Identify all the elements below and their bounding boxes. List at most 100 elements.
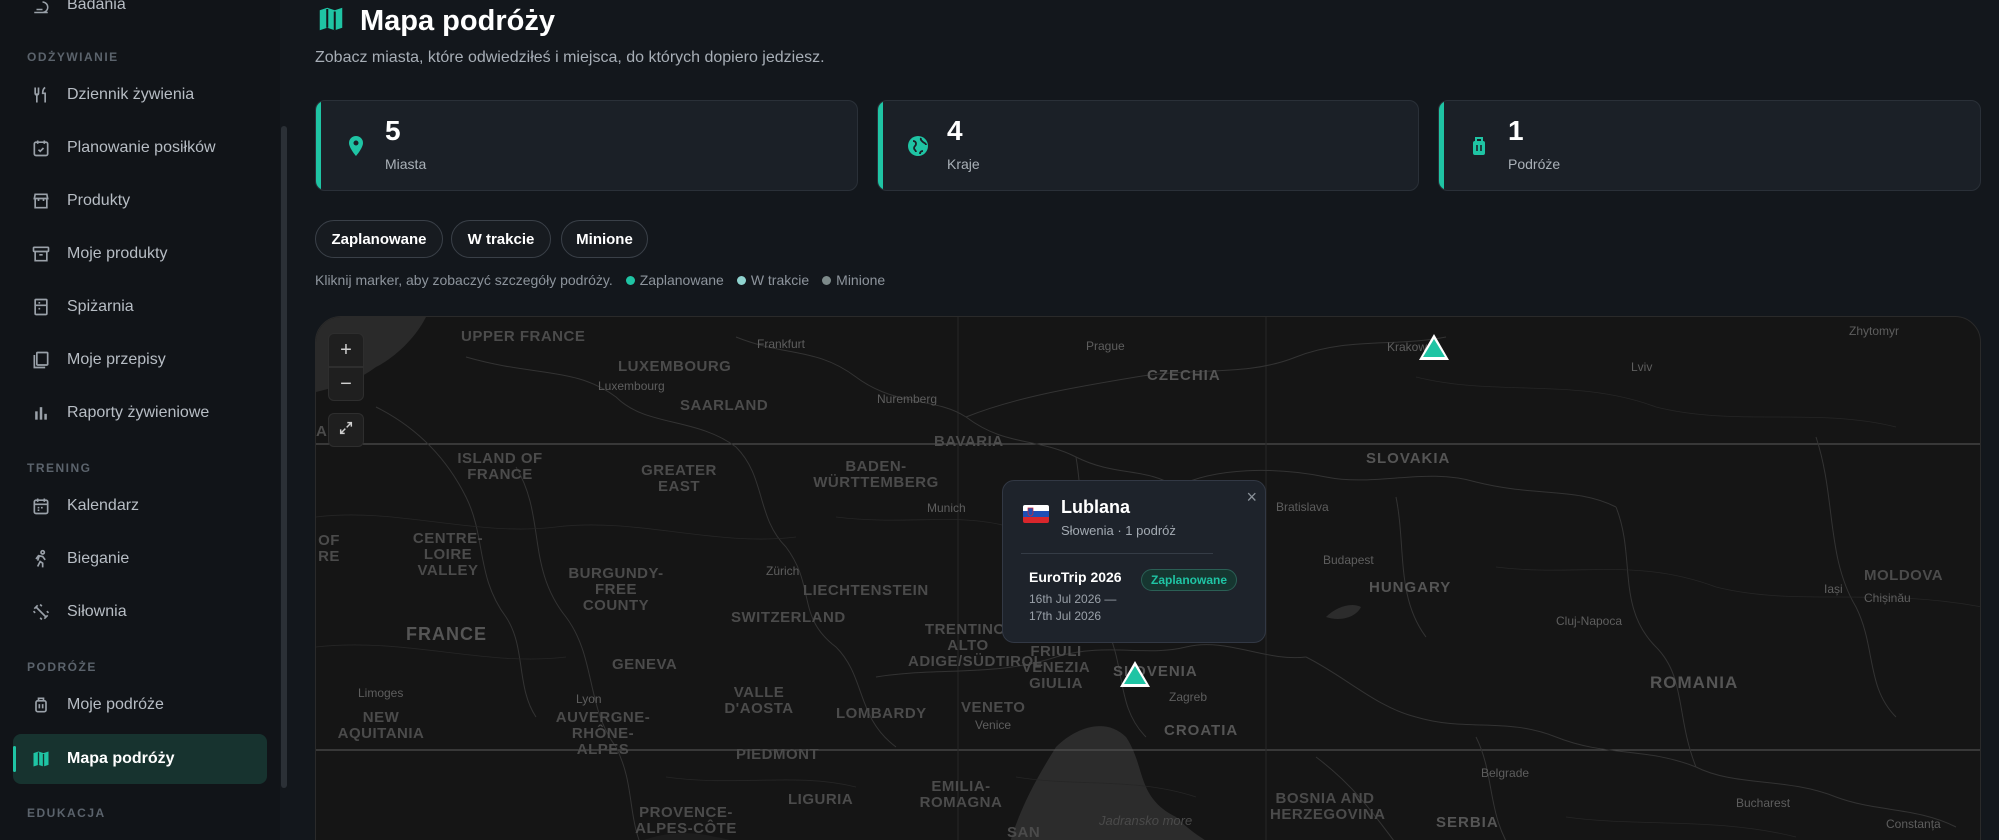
city-label: Zagreb xyxy=(1169,690,1208,704)
map-icon xyxy=(316,4,346,39)
popup-trip-dates: 16th Jul 2026 — 17th Jul 2026 xyxy=(1029,591,1116,625)
popup-trip-name[interactable]: EuroTrip 2026 xyxy=(1029,569,1122,585)
stat-card-trips: 1 Podróże xyxy=(1438,100,1981,191)
trip-date-start: 16th Jul 2026 — xyxy=(1029,592,1117,606)
city-label: Iași xyxy=(1824,582,1843,596)
region-label: NEW AQUITANIA xyxy=(337,709,425,742)
sidebar-item-my-trips[interactable]: Moje podróże xyxy=(13,680,267,730)
close-icon[interactable]: × xyxy=(1246,487,1257,508)
sidebar-item-nutrition-reports[interactable]: Raporty żywieniowe xyxy=(13,388,267,438)
popup-city-meta: Słowenia · 1 podróż xyxy=(1061,523,1176,538)
city-label: Venice xyxy=(975,718,1012,732)
country-label: CROATIA xyxy=(1164,722,1239,739)
zoom-in-button[interactable]: + xyxy=(328,333,364,367)
sidebar-item-badania[interactable]: Badania xyxy=(13,0,267,30)
globe-icon xyxy=(906,134,930,158)
luggage-icon xyxy=(1467,134,1491,158)
stat-value: 1 xyxy=(1508,115,1524,146)
popup-divider xyxy=(1021,553,1213,554)
region-label: BOSNIA AND HERZEGOVINA xyxy=(1270,790,1386,823)
section-label-education: EDUKACJA xyxy=(27,806,106,820)
region-label: VALLE D'AOSTA xyxy=(724,684,794,717)
region-label: PROVENCE-ALPES-CÔTE xyxy=(635,804,737,837)
region-label: LIECHTENSTEIN xyxy=(803,582,929,599)
sidebar-item-meal-planning[interactable]: Planowanie posiłków xyxy=(13,123,267,173)
page-header: Mapa podróży xyxy=(316,4,555,39)
fullscreen-button[interactable] xyxy=(328,413,364,447)
archive-icon xyxy=(29,242,53,266)
status-badge: Zaplanowane xyxy=(1141,569,1238,591)
region-label: EMILIA-ROMAGNA xyxy=(919,778,1003,811)
city-label: Lviv xyxy=(1631,360,1653,374)
region-label: BAVARIA xyxy=(934,433,1004,450)
region-label: BADEN-WÜRTTEMBERG xyxy=(813,458,939,491)
country-label: HUNGARY xyxy=(1369,579,1452,596)
status-dot xyxy=(625,275,635,285)
legend-item-past: Minione xyxy=(822,272,885,288)
city-label: Nuremberg xyxy=(877,392,938,406)
sidebar-item-gym[interactable]: Siłownia xyxy=(13,587,267,637)
city-label: Bratislava xyxy=(1276,500,1329,514)
city-label: Prague xyxy=(1086,339,1125,353)
sidebar-item-pantry[interactable]: Spiżarnia xyxy=(13,282,267,332)
zoom-out-button[interactable]: − xyxy=(328,367,364,401)
city-label: Budapest xyxy=(1323,553,1374,567)
book-icon xyxy=(29,348,53,372)
filter-planned[interactable]: Zaplanowane xyxy=(315,220,443,258)
region-label: SAN xyxy=(1007,824,1041,840)
city-popup: Lublana Słowenia · 1 podróż × EuroTrip 2… xyxy=(1002,480,1266,643)
region-label: PIEDMONT xyxy=(736,746,820,763)
region-label: OF RE xyxy=(318,532,340,565)
sidebar-scrollbar[interactable] xyxy=(281,126,287,788)
city-label: Zürich xyxy=(766,564,800,578)
country-label: SERBIA xyxy=(1436,814,1499,831)
region-label: ISLAND OF FRANCE xyxy=(457,450,543,483)
region-label: GREATER EAST xyxy=(641,462,717,495)
country-label: SLOVAKIA xyxy=(1366,450,1451,467)
sidebar-item-label: Bieganie xyxy=(67,550,130,567)
country-label: CZECHIA xyxy=(1147,367,1221,384)
sidebar-item-label: Spiżarnia xyxy=(67,298,134,315)
status-dot xyxy=(822,275,832,285)
stat-label: Podróże xyxy=(1508,156,1561,172)
filter-in-progress[interactable]: W trakcie xyxy=(451,220,551,258)
sidebar-item-label: Planowanie posiłków xyxy=(67,139,216,156)
filter-past[interactable]: Minione xyxy=(561,220,648,258)
sidebar-item-label: Raporty żywieniowe xyxy=(67,404,210,421)
sidebar-item-food-diary[interactable]: Dziennik żywienia xyxy=(13,70,267,120)
sidebar-item-my-recipes[interactable]: Moje przepisy xyxy=(13,335,267,385)
city-label: Frankfurt xyxy=(757,337,806,351)
city-label: Cluj-Napoca xyxy=(1556,614,1623,628)
expand-icon xyxy=(338,419,354,442)
city-label: Bucharest xyxy=(1736,796,1791,810)
dumbbell-icon xyxy=(29,600,53,624)
fork-knife-icon xyxy=(29,83,53,107)
store-icon xyxy=(29,189,53,213)
pantry-icon xyxy=(29,295,53,319)
sidebar-item-calendar[interactable]: Kalendarz xyxy=(13,481,267,531)
section-label-travel: PODRÓŻE xyxy=(27,660,97,674)
legend-hint: Kliknij marker, aby zobaczyć szczegóły p… xyxy=(315,272,613,288)
trip-marker-krakow[interactable] xyxy=(1419,334,1449,360)
stat-value: 4 xyxy=(947,115,963,146)
region-label: VENETO xyxy=(961,699,1026,716)
section-label-nutrition: ODŻYWIANIE xyxy=(27,50,119,64)
region-label: LIGURIA xyxy=(788,791,854,808)
region-label: FRIULI VENEZIA GIULIA xyxy=(1021,643,1091,692)
country-label: ROMANIA xyxy=(1650,673,1739,692)
sidebar-item-travel-map[interactable]: Mapa podróży xyxy=(13,734,267,784)
sidebar-item-products[interactable]: Produkty xyxy=(13,176,267,226)
luggage-icon xyxy=(29,693,53,717)
bar-chart-icon xyxy=(29,401,53,425)
calendar-icon xyxy=(29,494,53,518)
legend-item-planned: Zaplanowane xyxy=(625,272,724,288)
sidebar-item-label: Kalendarz xyxy=(67,497,140,514)
sidebar-item-running[interactable]: Bieganie xyxy=(13,534,267,584)
section-label-training: TRENING xyxy=(27,461,92,475)
region-label: AUVERGNE-RHÔNE-ALPES xyxy=(555,709,651,758)
trip-marker-ljubljana[interactable] xyxy=(1120,661,1150,687)
stat-card-countries: 4 Kraje xyxy=(877,100,1419,191)
runner-icon xyxy=(29,547,53,571)
sidebar-item-my-products[interactable]: Moje produkty xyxy=(13,229,267,279)
region-label: MOLDOVA xyxy=(1864,567,1944,584)
